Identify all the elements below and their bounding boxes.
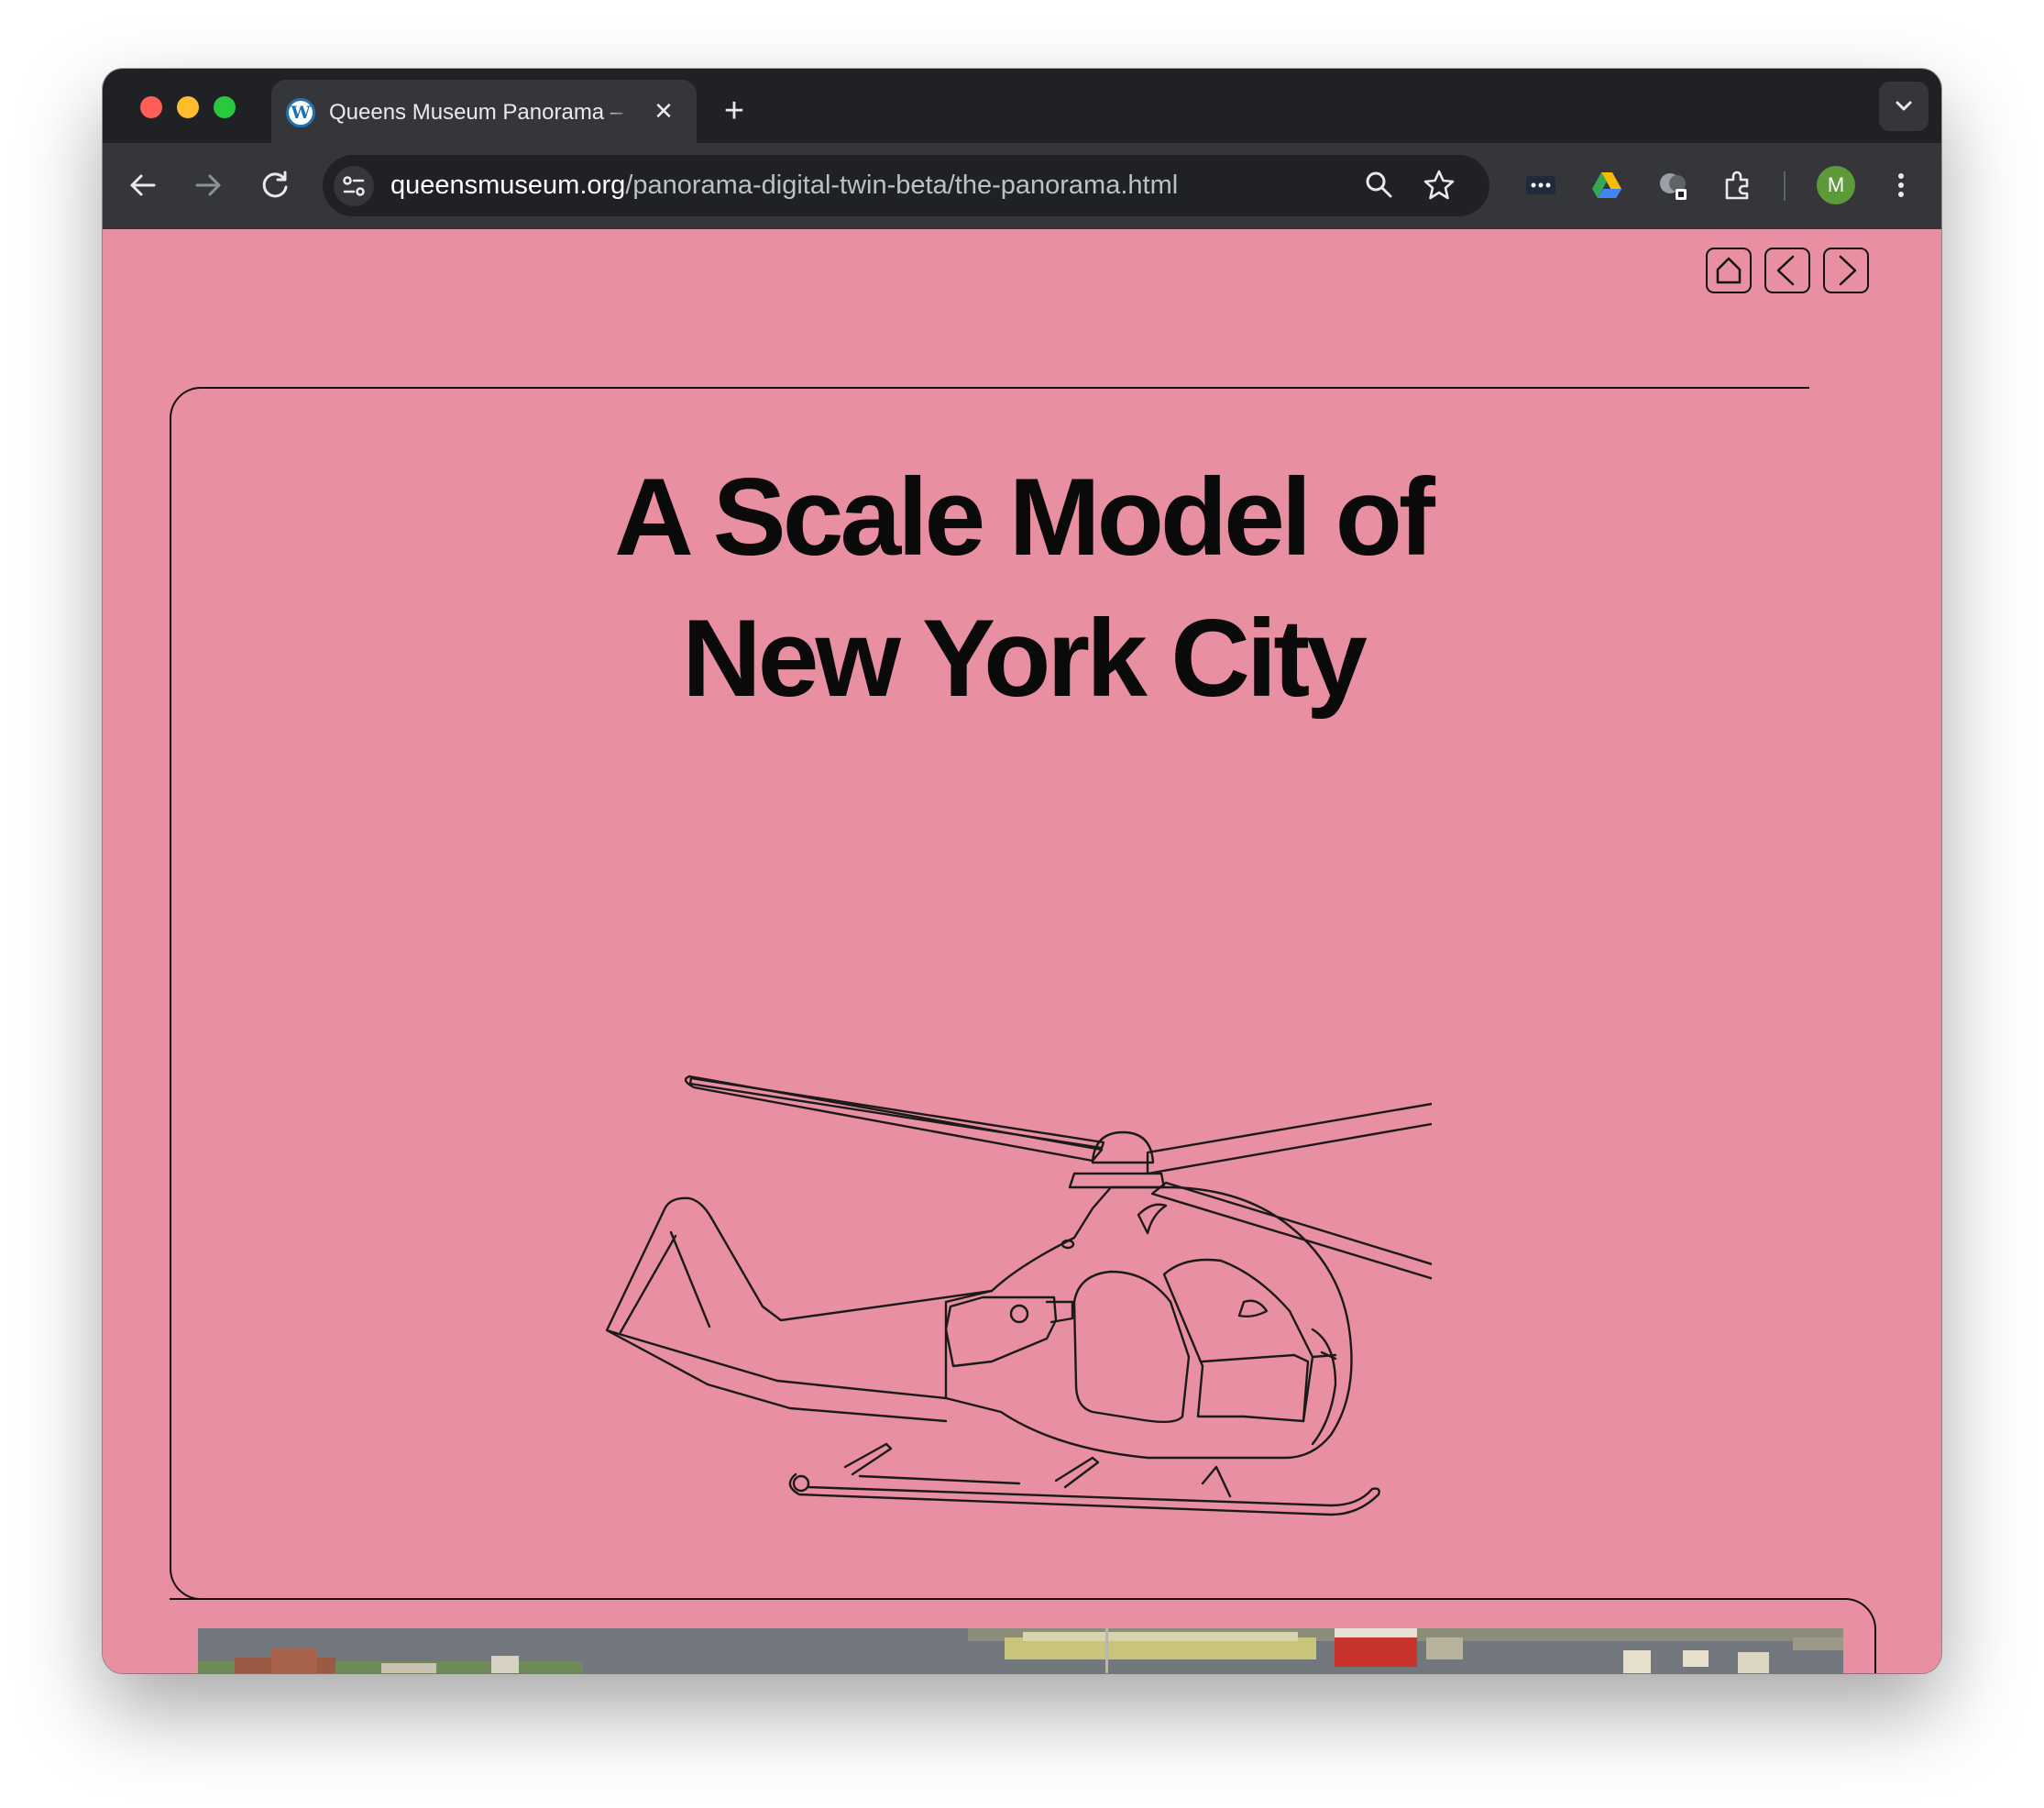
tab-title: Queens Museum Panorama –: [329, 100, 623, 125]
title-line-1: A Scale Model of: [614, 456, 1435, 579]
profile-avatar[interactable]: M: [1817, 166, 1855, 204]
panorama-model-photo: [198, 1628, 1843, 1673]
address-bar[interactable]: queensmuseum.org/panorama-digital-twin-b…: [323, 155, 1489, 216]
minimize-window-button[interactable]: [177, 96, 199, 118]
more-dots-extension-icon[interactable]: [1521, 165, 1561, 205]
next-icon: [1839, 255, 1857, 286]
tab-queens-museum[interactable]: W Queens Museum Panorama – ✕: [271, 80, 697, 143]
previous-icon: [1776, 255, 1795, 286]
close-window-button[interactable]: [140, 96, 162, 118]
site-info-button[interactable]: [334, 166, 374, 206]
tab-close-icon[interactable]: ✕: [649, 96, 678, 126]
toolbar-divider: [1784, 171, 1786, 201]
tab-search-button[interactable]: [1879, 82, 1929, 131]
wordpress-icon: W: [286, 98, 315, 127]
zoom-icon[interactable]: [1359, 165, 1400, 205]
url-path: /panorama-digital-twin-beta/the-panorama…: [625, 171, 1179, 200]
panorama-photo-image: [198, 1628, 1843, 1673]
next-button[interactable]: [1823, 248, 1869, 293]
bookmark-star-icon[interactable]: [1419, 165, 1459, 205]
forward-arrow-icon[interactable]: [188, 165, 228, 205]
new-tab-button[interactable]: +: [718, 94, 751, 128]
previous-button[interactable]: [1764, 248, 1810, 293]
maximize-window-button[interactable]: [214, 96, 236, 118]
home-icon: [1716, 257, 1742, 284]
url-host: queensmuseum.org: [390, 171, 626, 200]
browser-window: W Queens Museum Panorama – ✕ + queensmus…: [103, 69, 1941, 1673]
back-arrow-icon[interactable]: [123, 165, 163, 205]
page-title: A Scale Model of New York City: [170, 446, 1876, 729]
url-text[interactable]: queensmuseum.org/panorama-digital-twin-b…: [390, 171, 1344, 201]
browser-toolbar: queensmuseum.org/panorama-digital-twin-b…: [103, 143, 1941, 229]
chevron-down-icon: [1896, 101, 1912, 111]
google-drive-icon[interactable]: [1587, 165, 1627, 205]
home-button[interactable]: [1706, 248, 1752, 293]
title-line-2: New York City: [682, 597, 1368, 720]
helicopter-illustration: [605, 1075, 1432, 1516]
reload-icon[interactable]: [255, 165, 295, 205]
tab-strip: W Queens Museum Panorama – ✕ +: [103, 69, 1941, 143]
tune-icon: [343, 176, 365, 196]
grayscale-extension-icon[interactable]: [1654, 165, 1694, 205]
puzzle-extensions-icon[interactable]: [1718, 165, 1758, 205]
page-content: A Scale Model of New York City: [103, 229, 1941, 1673]
more-menu-icon[interactable]: [1881, 165, 1921, 205]
